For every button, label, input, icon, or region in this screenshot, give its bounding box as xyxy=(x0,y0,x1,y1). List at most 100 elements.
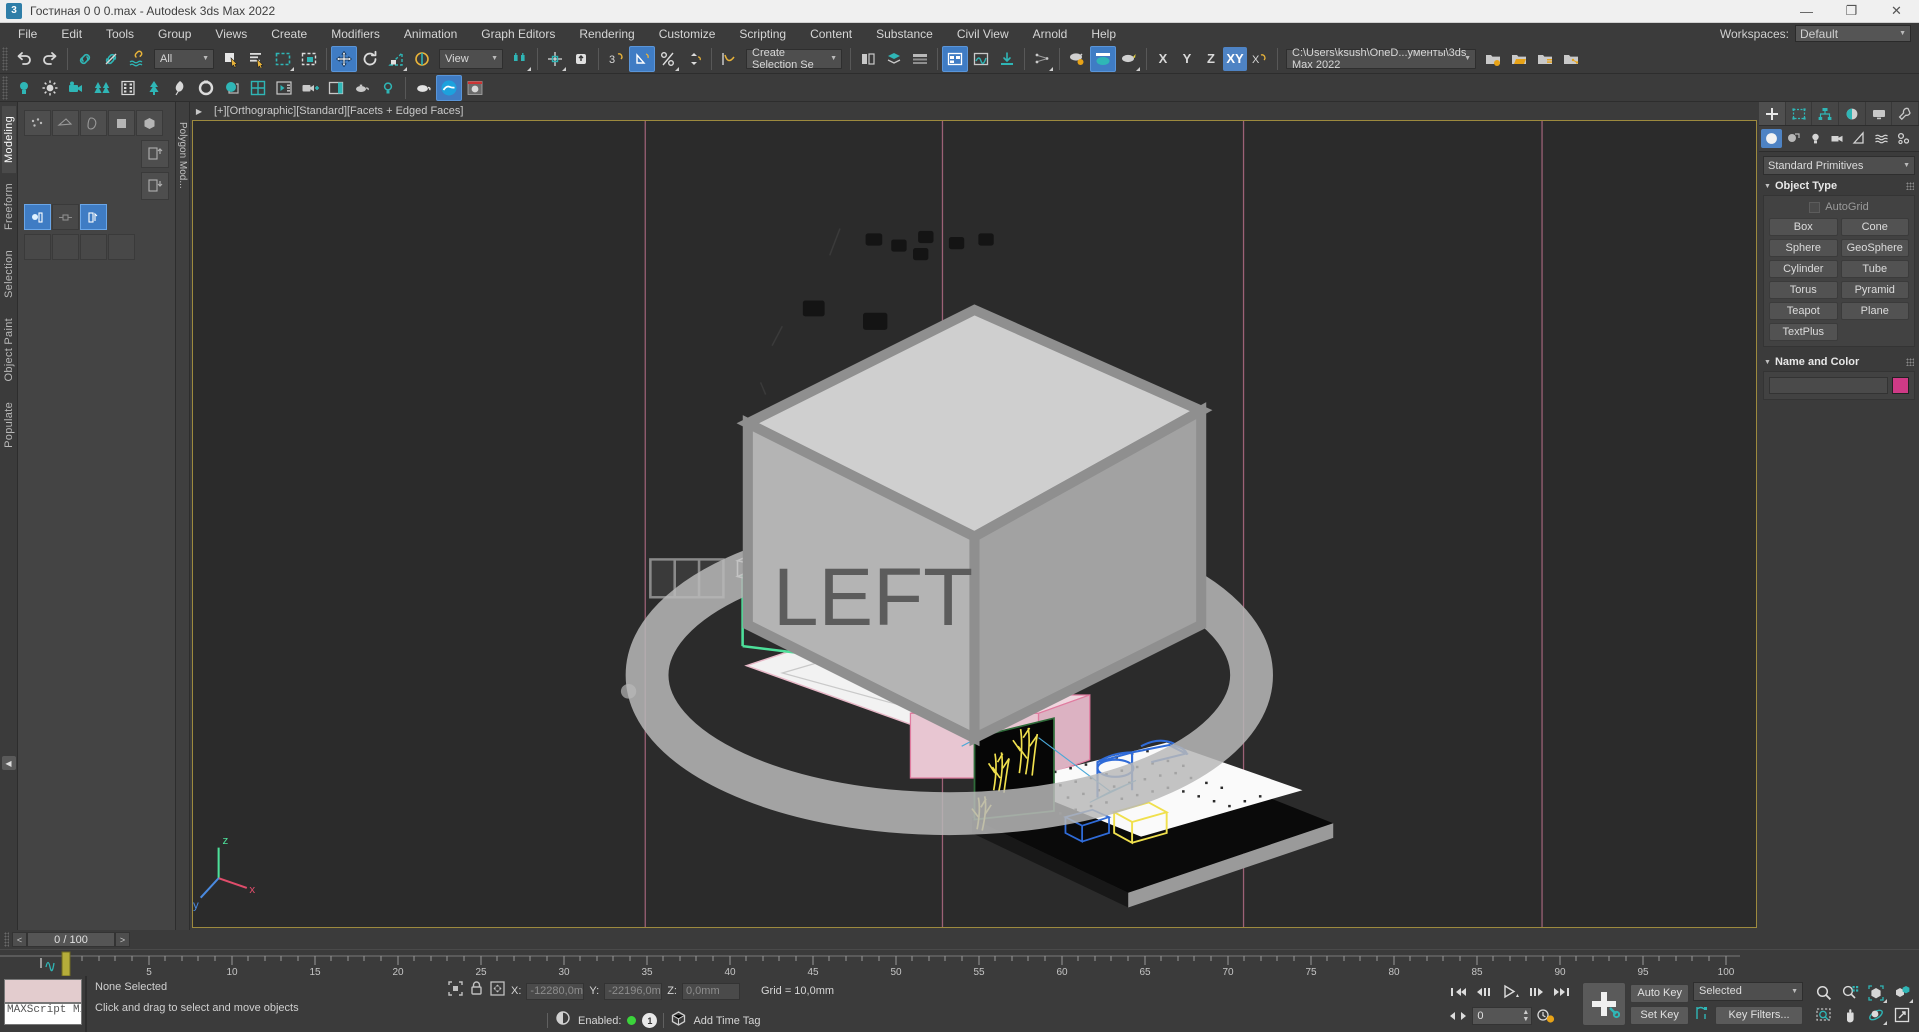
helpers-category-icon[interactable] xyxy=(1849,129,1870,148)
ribbon-tab-populate[interactable]: Populate xyxy=(2,392,16,458)
close-button[interactable]: ✕ xyxy=(1874,0,1919,23)
time-tag-icon[interactable] xyxy=(670,1010,687,1032)
add-time-tag-button[interactable]: Add Time Tag xyxy=(693,1015,760,1027)
previous-frame-button[interactable] xyxy=(1472,981,1496,1003)
edge-subobject-icon[interactable] xyxy=(52,110,79,136)
foliage-icon[interactable] xyxy=(167,75,193,101)
ribbon-tab-freeform[interactable]: Freeform xyxy=(2,173,16,240)
space-warps-category-icon[interactable] xyxy=(1871,129,1892,148)
mirror-geometry-icon[interactable] xyxy=(855,46,881,72)
spinner-arrows-icon[interactable]: ▲▼ xyxy=(1522,1009,1529,1023)
toolbar-grip[interactable] xyxy=(2,47,8,71)
maxscript-output-field[interactable] xyxy=(4,979,82,1003)
teapot-primitive-icon[interactable] xyxy=(349,75,375,101)
menu-item-views[interactable]: Views xyxy=(203,25,259,43)
orbit-icon[interactable] xyxy=(1863,1004,1889,1026)
textplus-button[interactable]: TextPlus xyxy=(1769,323,1838,341)
hierarchy-tab[interactable] xyxy=(1812,102,1839,125)
select-and-link-icon[interactable] xyxy=(72,46,98,72)
menu-item-civil-view[interactable]: Civil View xyxy=(945,25,1021,43)
teapot-white-icon[interactable] xyxy=(410,75,436,101)
geosphere-button[interactable]: GeoSphere xyxy=(1841,239,1910,257)
axis-constraint-xy-button[interactable]: XY xyxy=(1223,47,1247,71)
pyramid-button[interactable]: Pyramid xyxy=(1841,281,1910,299)
menu-item-scripting[interactable]: Scripting xyxy=(727,25,798,43)
selection-filter-dropdown[interactable]: All ▼ xyxy=(154,49,214,69)
slice-plane-icon[interactable] xyxy=(80,234,107,260)
next-frame-button[interactable] xyxy=(1524,981,1548,1003)
cone-button[interactable]: Cone xyxy=(1841,218,1910,236)
utilities-tab[interactable] xyxy=(1892,102,1919,125)
render-setup-icon[interactable] xyxy=(1064,46,1090,72)
media-player-icon[interactable] xyxy=(271,75,297,101)
axis-constraint-flyout-icon[interactable]: X xyxy=(1247,46,1273,72)
use-pivot-point-center-icon[interactable] xyxy=(507,46,533,72)
motion-tab[interactable] xyxy=(1839,102,1866,125)
x-coordinate-input[interactable]: -12280,0mm xyxy=(526,983,584,1000)
maxscript-minilistener-input[interactable]: MAXScript Mi xyxy=(4,1003,82,1025)
zoom-extents-icon[interactable] xyxy=(1863,982,1889,1004)
set-project-folder-icon[interactable] xyxy=(1480,46,1506,72)
element-subobject-icon[interactable] xyxy=(136,110,163,136)
render-production-icon[interactable] xyxy=(1116,46,1142,72)
goto-start-button[interactable] xyxy=(1446,981,1470,1003)
polygon-subobject-icon[interactable] xyxy=(108,110,135,136)
open-project-folder-icon[interactable] xyxy=(1506,46,1532,72)
select-and-rotate-icon[interactable] xyxy=(357,46,383,72)
redo-icon[interactable] xyxy=(37,46,63,72)
view-cube[interactable]: LEFT xyxy=(193,121,1756,927)
minimize-button[interactable]: — xyxy=(1784,0,1829,23)
menu-item-customize[interactable]: Customize xyxy=(647,25,728,43)
key-mode-dropdown[interactable]: Selected ▼ xyxy=(1693,982,1803,1001)
camera-icon[interactable] xyxy=(63,75,89,101)
unlink-selection-icon[interactable] xyxy=(98,46,124,72)
spacing-tool-icon[interactable] xyxy=(681,46,707,72)
frame-display[interactable]: 0 / 100 xyxy=(27,932,115,947)
menu-item-arnold[interactable]: Arnold xyxy=(1021,25,1080,43)
teapot-button[interactable]: Teapot xyxy=(1769,302,1838,320)
viewport-label[interactable]: [+][Orthographic][Standard][Facets + Edg… xyxy=(214,105,463,117)
reference-coordinate-dropdown[interactable]: View ▼ xyxy=(439,49,503,69)
select-and-scale-icon[interactable] xyxy=(383,46,409,72)
material-editor-icon[interactable] xyxy=(219,75,245,101)
next-frame-button[interactable]: > xyxy=(115,932,130,947)
rendered-frame-window-icon[interactable] xyxy=(1090,46,1116,72)
bind-to-space-warp-icon[interactable] xyxy=(124,46,150,72)
scene-explorer-icon[interactable] xyxy=(907,46,933,72)
menu-item-modifiers[interactable]: Modifiers xyxy=(319,25,392,43)
render-preview-icon[interactable] xyxy=(462,75,488,101)
viewport-perspective[interactable]: z x y LEFT xyxy=(192,120,1757,928)
curve-editor-window-icon[interactable] xyxy=(968,46,994,72)
zoom-icon[interactable] xyxy=(1811,982,1837,1004)
torus-button[interactable]: Torus xyxy=(1769,281,1838,299)
undo-icon[interactable] xyxy=(11,46,37,72)
axis-constraint-x-button[interactable]: X xyxy=(1151,47,1175,71)
key-filters-button[interactable]: Key Filters... xyxy=(1715,1006,1803,1025)
object-color-swatch[interactable] xyxy=(1892,377,1909,394)
key-mode-toggle-icon[interactable] xyxy=(1446,1005,1470,1027)
select-by-name-icon[interactable] xyxy=(244,46,270,72)
current-frame-spinner[interactable]: 0 ▲▼ xyxy=(1472,1007,1532,1025)
workspace-select[interactable]: Default ▼ xyxy=(1795,25,1911,42)
object-category-dropdown[interactable]: Standard Primitives ▼ xyxy=(1763,156,1915,175)
axis-constraint-y-button[interactable]: Y xyxy=(1175,47,1199,71)
light-bulb-icon[interactable] xyxy=(375,75,401,101)
axis-constraint-z-button[interactable]: Z xyxy=(1199,47,1223,71)
toolbar-grip[interactable] xyxy=(2,76,8,100)
menu-item-animation[interactable]: Animation xyxy=(392,25,469,43)
menu-item-tools[interactable]: Tools xyxy=(94,25,146,43)
geometry-category-icon[interactable] xyxy=(1761,129,1782,148)
align-icon[interactable] xyxy=(655,46,681,72)
ribbon-tab-object-paint[interactable]: Object Paint xyxy=(2,308,16,392)
auto-key-button[interactable]: Auto Key xyxy=(1630,984,1689,1003)
ribbon-tab-modeling[interactable]: Modeling xyxy=(2,106,16,173)
ribbon-collapse-icon[interactable]: ◀ xyxy=(2,756,16,770)
rectangular-selection-region-icon[interactable] xyxy=(270,46,296,72)
border-subobject-icon[interactable] xyxy=(80,110,107,136)
y-coordinate-input[interactable]: -22196,0mm xyxy=(604,983,662,1000)
particle-view-icon[interactable] xyxy=(1029,46,1055,72)
panel-layout-icon[interactable] xyxy=(323,75,349,101)
vertex-subobject-icon[interactable] xyxy=(24,110,51,136)
schematic-view-icon[interactable] xyxy=(994,46,1020,72)
goto-end-button[interactable] xyxy=(1550,981,1574,1003)
